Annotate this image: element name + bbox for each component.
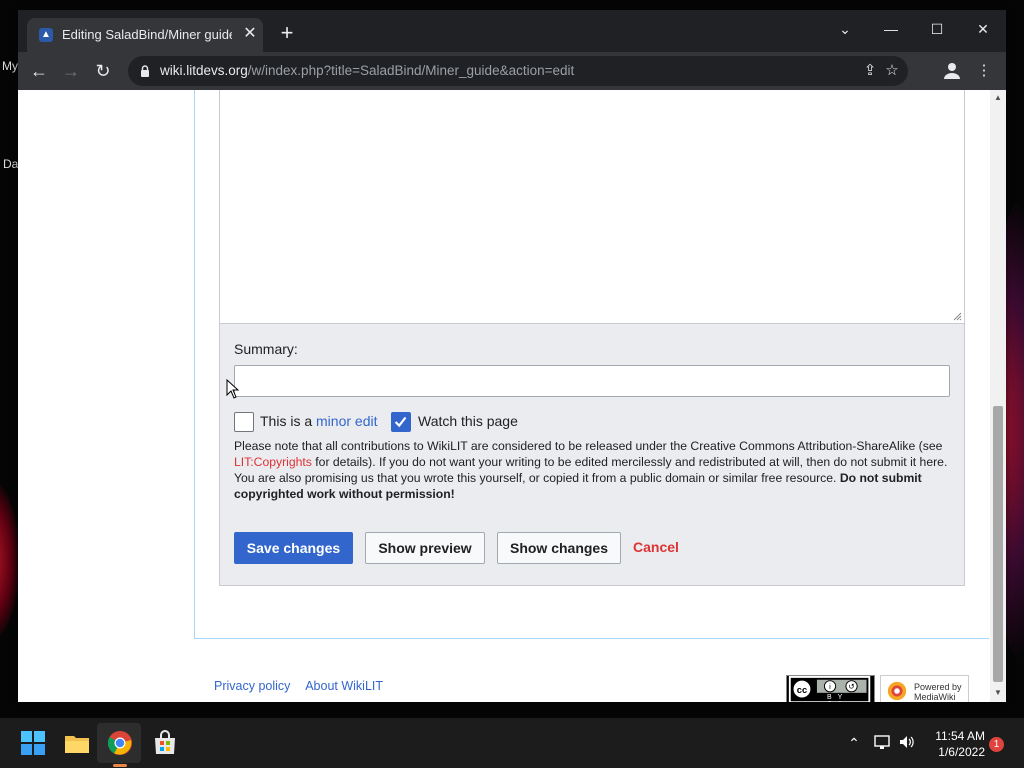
vertical-scrollbar[interactable]: ▲ ▼ xyxy=(990,90,1006,702)
lock-icon[interactable] xyxy=(138,64,152,78)
license-notice: Please note that all contributions to Wi… xyxy=(234,439,948,501)
clock-time: 11:54 AM xyxy=(935,729,985,743)
minimize-button[interactable]: — xyxy=(876,16,906,42)
page-viewport: Summary: This is a minor edit Watch this… xyxy=(18,90,1006,702)
save-changes-button[interactable]: Save changes xyxy=(234,532,353,564)
privacy-policy-link[interactable]: Privacy policy xyxy=(214,679,290,693)
mediawiki-text: Powered by MediaWiki xyxy=(914,682,962,702)
powered-by-mediawiki-badge[interactable]: Powered by MediaWiki xyxy=(880,675,969,702)
svg-text:cc: cc xyxy=(797,685,807,695)
scroll-thumb[interactable] xyxy=(993,406,1003,682)
summary-input[interactable] xyxy=(234,365,950,397)
footer-links: Privacy policy About WikiLIT xyxy=(214,679,395,693)
wallpaper-glow-left xyxy=(0,480,20,640)
show-preview-button[interactable]: Show preview xyxy=(365,532,485,564)
profile-icon[interactable] xyxy=(942,61,962,81)
copyrights-link[interactable]: LIT:Copyrights xyxy=(234,455,312,469)
tab-title: Editing SaladBind/Miner guide - xyxy=(62,27,232,42)
file-explorer-icon[interactable] xyxy=(64,730,90,756)
watch-page-label: Watch this page xyxy=(418,413,518,429)
show-hidden-icons-chevron-icon[interactable]: ⌃ xyxy=(846,733,862,753)
wiki-favicon-icon: ▲ xyxy=(39,28,53,42)
clock-date: 1/6/2022 xyxy=(938,745,985,759)
back-button[interactable]: ← xyxy=(26,58,52,84)
close-tab-icon[interactable]: ✕ xyxy=(241,25,259,43)
about-link[interactable]: About WikiLIT xyxy=(305,679,383,693)
desktop-icon-label[interactable]: My xyxy=(2,59,18,73)
system-clock[interactable]: 11:54 AM 1/6/2022 xyxy=(925,728,985,760)
scroll-up-icon[interactable]: ▲ xyxy=(993,93,1003,103)
minor-edit-checkbox[interactable] xyxy=(234,412,254,432)
notification-badge[interactable]: 1 xyxy=(989,737,1004,752)
watch-page-checkbox[interactable] xyxy=(391,412,411,432)
address-bar[interactable]: wiki.litdevs.org/w/index.php?title=Salad… xyxy=(128,56,908,86)
cc-badge-text: BY SA xyxy=(827,694,849,702)
scroll-down-icon[interactable]: ▼ xyxy=(993,688,1003,698)
reload-button[interactable]: ↻ xyxy=(90,58,116,84)
mediawiki-flower-icon xyxy=(887,681,907,701)
minor-edit-label: This is a minor edit xyxy=(260,413,378,429)
url-text[interactable]: wiki.litdevs.org/w/index.php?title=Salad… xyxy=(160,63,574,78)
cancel-link[interactable]: Cancel xyxy=(633,539,679,555)
mouse-cursor-icon xyxy=(226,379,240,399)
chrome-icon[interactable] xyxy=(107,730,133,756)
microsoft-store-icon[interactable] xyxy=(152,730,178,756)
close-window-button[interactable]: ✕ xyxy=(968,16,998,42)
taskbar: ⌃ 11:54 AM 1/6/2022 1 xyxy=(0,718,1024,768)
windows-start-icon[interactable] xyxy=(20,730,46,756)
more-menu-icon[interactable]: ⋮ xyxy=(974,61,994,81)
forward-button[interactable]: → xyxy=(58,58,84,84)
show-changes-button[interactable]: Show changes xyxy=(497,532,621,564)
resize-grip-icon[interactable] xyxy=(952,311,962,321)
active-app-indicator xyxy=(113,764,127,767)
wikitext-editor[interactable] xyxy=(219,90,965,324)
checkmark-icon xyxy=(394,416,407,428)
bookmark-star-icon[interactable]: ☆ xyxy=(882,61,902,81)
volume-icon[interactable] xyxy=(898,733,916,751)
browser-toolbar: ← → ↻ wiki.litdevs.org/w/index.php?title… xyxy=(18,52,1006,90)
maximize-button[interactable]: ☐ xyxy=(922,16,952,42)
edit-options-panel: Summary: This is a minor edit Watch this… xyxy=(219,324,965,586)
share-icon[interactable]: ⇪ xyxy=(860,61,880,81)
tab-bar: ▲ Editing SaladBind/Miner guide - ✕ + ⌄ … xyxy=(18,10,1006,52)
tab-search-dropdown-icon[interactable]: ⌄ xyxy=(830,16,860,42)
browser-window: ▲ Editing SaladBind/Miner guide - ✕ + ⌄ … xyxy=(18,10,1006,702)
summary-label: Summary: xyxy=(234,341,298,357)
tab-active[interactable]: ▲ Editing SaladBind/Miner guide - ✕ xyxy=(27,18,263,52)
minor-edit-link[interactable]: minor edit xyxy=(316,413,377,429)
svg-text:↺: ↺ xyxy=(848,682,854,691)
network-icon[interactable] xyxy=(874,733,892,751)
desktop-icon-label[interactable]: Da xyxy=(3,157,18,171)
new-tab-button[interactable]: + xyxy=(276,22,298,44)
cc-by-sa-badge[interactable]: cc i ↺ BY SA xyxy=(786,675,875,702)
